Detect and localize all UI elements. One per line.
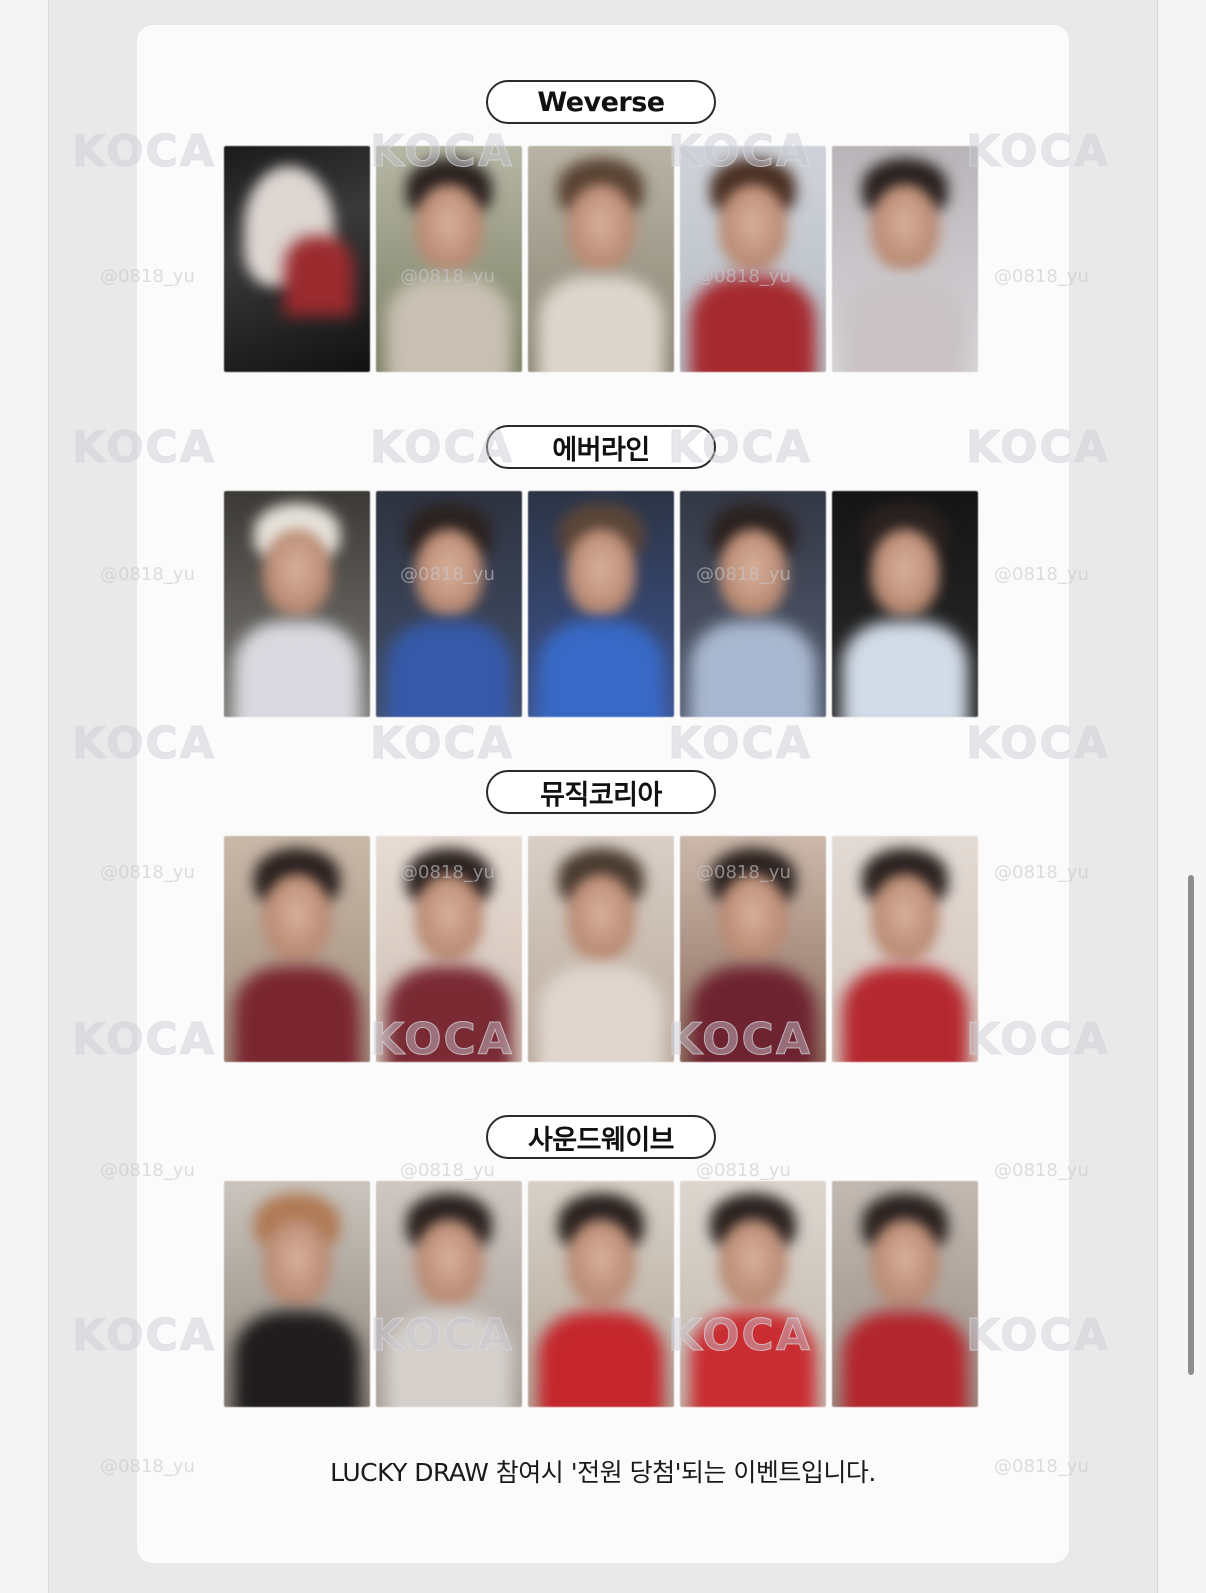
photocard-image[interactable]	[224, 1181, 370, 1407]
vertical-scrollbar[interactable]	[1188, 875, 1194, 1375]
photocard-image[interactable]	[224, 836, 370, 1062]
photocard-image[interactable]	[832, 491, 978, 717]
photocard-image[interactable]	[376, 836, 522, 1062]
photocard-image[interactable]	[528, 1181, 674, 1407]
photocard-image[interactable]	[680, 836, 826, 1062]
screen: Weverse 에버라인 뮤직코리아 사운드웨이브 LUCKY DRAW 참여시…	[0, 0, 1206, 1593]
photocard-row	[224, 146, 978, 372]
photocard-image[interactable]	[376, 1181, 522, 1407]
photocard-image[interactable]	[224, 491, 370, 717]
photocard-row	[224, 836, 978, 1062]
section-title-pill: 뮤직코리아	[486, 770, 716, 814]
photocard-image[interactable]	[832, 146, 978, 372]
photocard-image[interactable]	[680, 491, 826, 717]
photocard-image[interactable]	[528, 491, 674, 717]
section-title-pill: 에버라인	[486, 425, 716, 469]
photocard-image[interactable]	[376, 146, 522, 372]
photocard-image[interactable]	[680, 146, 826, 372]
photocard-image[interactable]	[832, 1181, 978, 1407]
photocard-image[interactable]	[680, 1181, 826, 1407]
event-note: LUCKY DRAW 참여시 '전원 당첨'되는 이벤트입니다.	[330, 1458, 876, 1487]
photocard-image[interactable]	[528, 146, 674, 372]
photocard-image[interactable]	[224, 146, 370, 372]
photocard-row	[224, 1181, 978, 1407]
photocard-image[interactable]	[528, 836, 674, 1062]
photocard-image[interactable]	[376, 491, 522, 717]
benefit-card: Weverse 에버라인 뮤직코리아 사운드웨이브 LUCKY DRAW 참여시…	[137, 25, 1069, 1563]
photocard-row	[224, 491, 978, 717]
section-title-pill: 사운드웨이브	[486, 1115, 716, 1159]
photocard-image[interactable]	[832, 836, 978, 1062]
section-title-pill: Weverse	[486, 80, 716, 124]
